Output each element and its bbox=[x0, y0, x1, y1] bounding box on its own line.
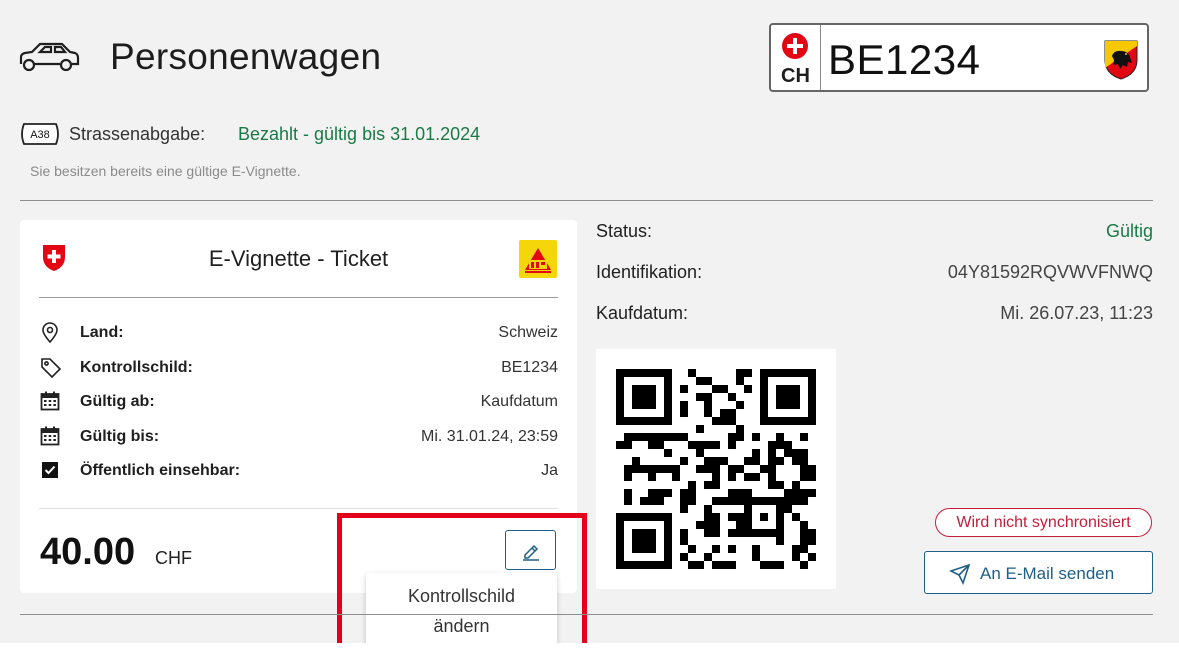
purchase-date-value: Mi. 26.07.23, 11:23 bbox=[1000, 303, 1153, 323]
road-tax-info: Sie besitzen bereits eine gültige E-Vign… bbox=[30, 163, 301, 179]
a38-sign-icon: A38 bbox=[19, 123, 61, 150]
send-icon bbox=[949, 563, 971, 585]
send-email-button[interactable]: An E-Mail senden bbox=[924, 551, 1153, 594]
page-footer-strip bbox=[0, 643, 1179, 658]
section-divider bbox=[20, 200, 1153, 201]
row-label: Gültig ab: bbox=[80, 393, 155, 410]
road-tax-label: Strassenabgabe: bbox=[69, 124, 206, 144]
row-value: Mi. 31.01.24, 23:59 bbox=[421, 428, 558, 445]
ticket-row-oeffentlich: Öffentlich einsehbar: Ja bbox=[40, 460, 558, 482]
section-divider bbox=[20, 614, 1153, 615]
card-divider bbox=[39, 508, 558, 509]
ticket-row-kontrollschild: Kontrollschild: BE1234 bbox=[40, 357, 558, 379]
license-plate: CH BE1234 bbox=[769, 23, 1149, 92]
plate-country-box: CH bbox=[771, 25, 821, 90]
status-value: Gültig bbox=[1105, 221, 1153, 241]
location-pin-icon bbox=[40, 322, 60, 349]
row-label: Land: bbox=[80, 324, 124, 341]
row-value: Schweiz bbox=[498, 324, 558, 341]
row-value: BE1234 bbox=[501, 359, 558, 376]
bern-crest-icon bbox=[1104, 40, 1138, 85]
calendar-icon bbox=[40, 426, 60, 451]
road-tax-status: Bezahlt - gültig bis 31.01.2024 bbox=[238, 124, 481, 144]
row-label: Öffentlich einsehbar: bbox=[80, 462, 241, 479]
ticket-title: E-Vignette - Ticket bbox=[208, 246, 389, 271]
identification-label: Identifikation: bbox=[596, 262, 703, 282]
identification-value: 04Y81592RQVWVFNWQ bbox=[947, 262, 1153, 282]
price-amount: 40.00 bbox=[40, 531, 136, 573]
row-value: Ja bbox=[541, 462, 558, 479]
row-value: Kaufdatum bbox=[480, 393, 558, 410]
qr-code-image bbox=[616, 369, 816, 569]
card-divider bbox=[39, 297, 558, 298]
purchase-date-label: Kaufdatum: bbox=[596, 303, 689, 323]
plate-number: BE1234 bbox=[828, 36, 981, 83]
vignette-logo-icon bbox=[519, 240, 557, 278]
send-email-label: An E-Mail senden bbox=[980, 564, 1115, 583]
ticket-row-land: Land: Schweiz bbox=[40, 322, 558, 344]
page-title: Personenwagen bbox=[110, 36, 382, 77]
row-label: Gültig bis: bbox=[80, 428, 160, 445]
status-label: Status: bbox=[596, 221, 653, 241]
qr-code bbox=[596, 349, 836, 589]
car-icon bbox=[18, 40, 80, 79]
plate-country-code: CH bbox=[781, 65, 810, 87]
a38-label: A38 bbox=[30, 129, 50, 141]
row-label: Kontrollschild: bbox=[80, 359, 193, 376]
price-currency: CHF bbox=[155, 548, 192, 568]
sync-status-badge: Wird nicht synchronisiert bbox=[935, 508, 1152, 537]
highlight-frame bbox=[337, 513, 587, 656]
tag-icon bbox=[40, 357, 62, 384]
checkbox-icon bbox=[40, 460, 60, 485]
swiss-flag-icon bbox=[782, 33, 808, 59]
ticket-row-gueltig-bis: Gültig bis: Mi. 31.01.24, 23:59 bbox=[40, 426, 558, 448]
calendar-icon bbox=[40, 391, 60, 416]
ticket-row-gueltig-ab: Gültig ab: Kaufdatum bbox=[40, 391, 558, 413]
